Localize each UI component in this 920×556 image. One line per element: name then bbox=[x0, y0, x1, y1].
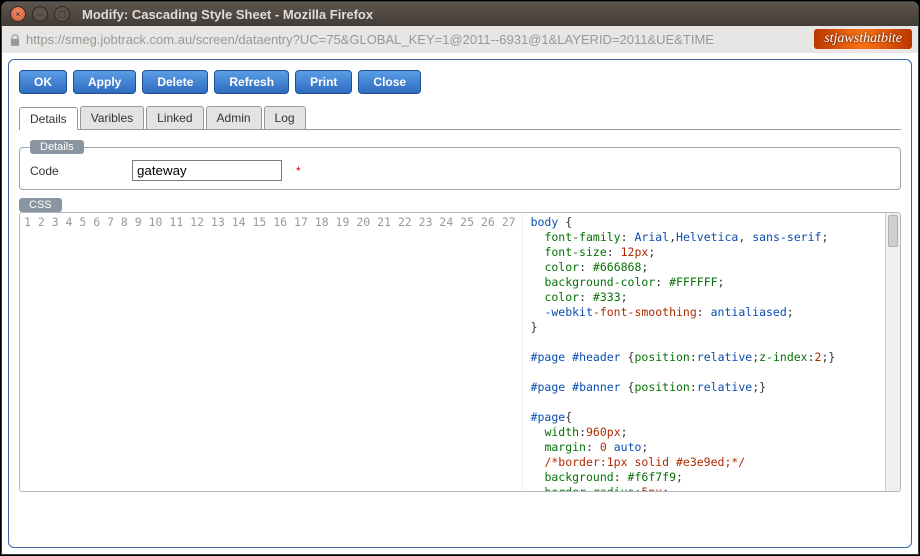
css-fieldset: CSS 1 2 3 4 5 6 7 8 9 10 11 12 13 14 15 … bbox=[19, 198, 901, 492]
required-marker: * bbox=[296, 164, 301, 178]
css-legend: CSS bbox=[19, 198, 62, 212]
url-bar[interactable]: https://smeg.jobtrack.com.au/screen/data… bbox=[2, 26, 918, 54]
lock-icon bbox=[8, 33, 22, 47]
brand-badge: stjawsthatbite bbox=[814, 29, 912, 49]
window-titlebar: × – ▢ Modify: Cascading Style Sheet - Mo… bbox=[2, 2, 918, 26]
refresh-button[interactable]: Refresh bbox=[214, 70, 289, 94]
details-fieldset: Details Code * bbox=[19, 140, 901, 190]
details-legend: Details bbox=[30, 140, 84, 154]
tab-bar: Details Varibles Linked Admin Log bbox=[19, 106, 901, 130]
url-text: https://smeg.jobtrack.com.au/screen/data… bbox=[26, 32, 714, 47]
window-title: Modify: Cascading Style Sheet - Mozilla … bbox=[82, 7, 373, 22]
tab-admin[interactable]: Admin bbox=[206, 106, 262, 129]
tab-details[interactable]: Details bbox=[19, 107, 78, 130]
code-input[interactable] bbox=[132, 160, 282, 181]
window-min-button[interactable]: – bbox=[32, 6, 48, 22]
tab-log[interactable]: Log bbox=[264, 106, 306, 129]
code-label: Code bbox=[30, 164, 120, 178]
tab-varibles[interactable]: Varibles bbox=[80, 106, 144, 129]
print-button[interactable]: Print bbox=[295, 70, 352, 94]
tab-linked[interactable]: Linked bbox=[146, 106, 203, 129]
window-max-button[interactable]: ▢ bbox=[54, 6, 70, 22]
code-editor[interactable]: 1 2 3 4 5 6 7 8 9 10 11 12 13 14 15 16 1… bbox=[19, 212, 901, 492]
window-close-button[interactable]: × bbox=[10, 6, 26, 22]
ok-button[interactable]: OK bbox=[19, 70, 67, 94]
scrollbar[interactable] bbox=[885, 213, 900, 491]
delete-button[interactable]: Delete bbox=[142, 70, 208, 94]
close-button[interactable]: Close bbox=[358, 70, 421, 94]
action-toolbar: OK Apply Delete Refresh Print Close bbox=[19, 70, 901, 94]
code-area[interactable]: body { font-family: Arial,Helvetica, san… bbox=[523, 213, 885, 491]
apply-button[interactable]: Apply bbox=[73, 70, 136, 94]
line-gutter: 1 2 3 4 5 6 7 8 9 10 11 12 13 14 15 16 1… bbox=[20, 213, 523, 491]
scroll-thumb[interactable] bbox=[888, 215, 898, 247]
